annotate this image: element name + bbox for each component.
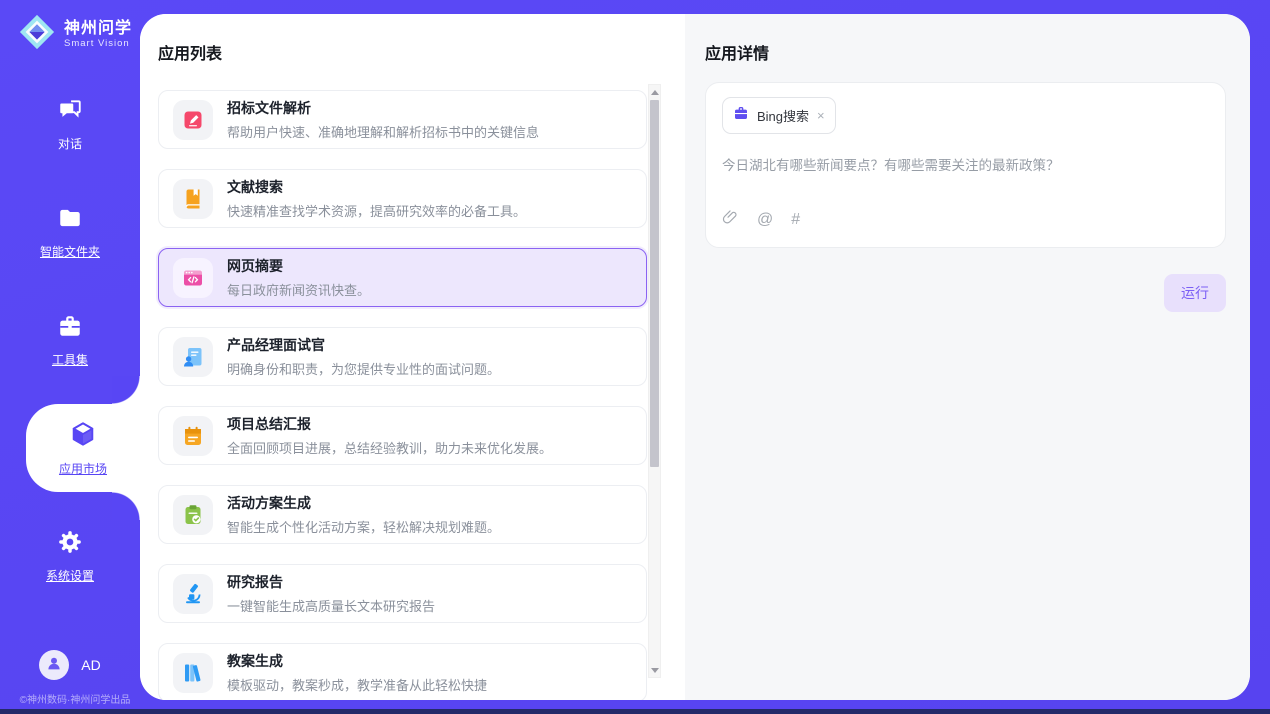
app-description: 一键智能生成高质量长文本研究报告 — [227, 596, 435, 615]
brand-logo: 神州问学 Smart Vision — [0, 0, 140, 56]
bid-document-icon — [173, 100, 213, 140]
app-description: 帮助用户快速、准确地理解和解析招标书中的关键信息 — [227, 122, 539, 141]
bottom-strip — [0, 709, 1270, 714]
sidebar-item-label: 智能文件夹 — [40, 243, 100, 260]
app-description: 快速精准查找学术资源，提高研究效率的必备工具。 — [227, 201, 526, 220]
app-card-interviewer[interactable]: 产品经理面试官 明确身份和职责，为您提供专业性的面试问题。 — [158, 327, 647, 386]
run-row: 运行 — [705, 274, 1226, 312]
app-name: 文献搜索 — [227, 177, 526, 197]
gear-icon — [57, 529, 83, 560]
tag-close-icon[interactable]: × — [817, 109, 825, 122]
app-list-title: 应用列表 — [158, 40, 685, 64]
app-card-literature-search[interactable]: 文献搜索 快速精准查找学术资源，提高研究效率的必备工具。 — [158, 169, 647, 228]
app-list-scrollbar[interactable] — [648, 84, 661, 678]
user-avatar-icon — [45, 654, 63, 677]
app-card-research-report[interactable]: 研究报告 一键智能生成高质量长文本研究报告 — [158, 564, 647, 623]
mention-icon[interactable]: @ — [757, 211, 773, 229]
app-card-lesson-plan[interactable]: 教案生成 模板驱动，教案秒成，教学准备从此轻松快捷 — [158, 643, 647, 700]
folder-icon — [57, 205, 83, 236]
web-summary-icon — [173, 258, 213, 298]
sidebar-item-label: 对话 — [58, 135, 82, 152]
app-description: 每日政府新闻资讯快查。 — [227, 280, 370, 299]
diamond-logo-icon — [18, 13, 56, 56]
sidebar-item-toolset[interactable]: 工具集 — [0, 308, 140, 372]
sidebar-item-settings[interactable]: 系统设置 — [0, 524, 140, 588]
app-name: 产品经理面试官 — [227, 335, 500, 355]
scroll-down-arrow[interactable] — [649, 663, 660, 677]
app-description: 明确身份和职责，为您提供专业性的面试问题。 — [227, 359, 500, 378]
cube-icon — [69, 420, 97, 453]
app-description: 模板驱动，教案秒成，教学准备从此轻松快捷 — [227, 675, 487, 694]
literature-search-icon — [173, 179, 213, 219]
app-detail-panel: 应用详情 Bing搜索 × 今日湖北有哪些新闻要点？有哪些需要关注的最新政策？ — [685, 14, 1250, 700]
question-text: 今日湖北有哪些新闻要点？有哪些需要关注的最新政策？ — [722, 154, 1209, 209]
sidebar-item-chat[interactable]: 对话 — [0, 92, 140, 156]
input-toolbar: @ # — [722, 209, 1209, 235]
app-detail-title: 应用详情 — [705, 40, 1226, 64]
app-name: 研究报告 — [227, 572, 435, 592]
research-report-icon — [173, 574, 213, 614]
briefcase-icon — [733, 105, 749, 126]
content-area: 应用列表 招标文件解析 帮助用户快速、准确地理解和解析招标书中的关键信息 — [140, 14, 1250, 700]
app-name: 招标文件解析 — [227, 98, 539, 118]
tool-tag-bing-search[interactable]: Bing搜索 × — [722, 97, 836, 134]
run-button[interactable]: 运行 — [1164, 274, 1226, 312]
app-list: 招标文件解析 帮助用户快速、准确地理解和解析招标书中的关键信息 文献搜索 快速精… — [158, 90, 647, 700]
bubble-curve-top — [112, 376, 140, 404]
bubble-curve-bottom — [112, 492, 140, 520]
activity-plan-icon — [173, 495, 213, 535]
app-name: 网页摘要 — [227, 256, 370, 276]
brand-subtitle: Smart Vision — [64, 38, 132, 50]
app-description: 全面回顾项目进展，总结经验教训，助力未来优化发展。 — [227, 438, 552, 457]
app-card-activity-plan[interactable]: 活动方案生成 智能生成个性化活动方案，轻松解决规划难题。 — [158, 485, 647, 544]
copyright-text: ©神州数码·神州问学出品 — [0, 691, 150, 706]
sidebar-item-label: 系统设置 — [46, 567, 94, 584]
project-report-icon — [173, 416, 213, 456]
app-name: 教案生成 — [227, 651, 487, 671]
app-card-web-summary[interactable]: 网页摘要 每日政府新闻资讯快查。 — [158, 248, 647, 307]
hash-icon[interactable]: # — [791, 211, 800, 229]
tool-tag-label: Bing搜索 — [757, 106, 809, 125]
prompt-input-card[interactable]: Bing搜索 × 今日湖北有哪些新闻要点？有哪些需要关注的最新政策？ @ # — [705, 82, 1226, 248]
scroll-up-arrow[interactable] — [649, 85, 660, 99]
app-card-project-report[interactable]: 项目总结汇报 全面回顾项目进展，总结经验教训，助力未来优化发展。 — [158, 406, 647, 465]
brand-name: 神州问学 — [64, 20, 132, 38]
app-description: 智能生成个性化活动方案，轻松解决规划难题。 — [227, 517, 500, 536]
chat-icon — [57, 97, 83, 128]
sidebar-item-label: 应用市场 — [59, 460, 107, 477]
sidebar-item-label: 工具集 — [52, 351, 88, 368]
user-name: AD — [81, 657, 100, 673]
app-card-bid-document[interactable]: 招标文件解析 帮助用户快速、准确地理解和解析招标书中的关键信息 — [158, 90, 647, 149]
app-list-panel: 应用列表 招标文件解析 帮助用户快速、准确地理解和解析招标书中的关键信息 — [140, 14, 685, 700]
sidebar-item-app-market[interactable]: 应用市场 — [26, 404, 140, 492]
user-profile[interactable]: AD — [0, 650, 140, 680]
sidebar-item-smart-folder[interactable]: 智能文件夹 — [0, 200, 140, 264]
app-name: 项目总结汇报 — [227, 414, 552, 434]
scrollbar-thumb[interactable] — [650, 100, 659, 467]
sidebar: 神州问学 Smart Vision 对话 智能文件夹 — [0, 0, 140, 714]
lesson-plan-icon — [173, 653, 213, 693]
sidebar-nav: 对话 智能文件夹 工具集 — [0, 92, 140, 588]
attachment-icon[interactable] — [722, 209, 739, 231]
toolbox-icon — [57, 313, 83, 344]
app-name: 活动方案生成 — [227, 493, 500, 513]
avatar — [39, 650, 69, 680]
interviewer-icon — [173, 337, 213, 377]
